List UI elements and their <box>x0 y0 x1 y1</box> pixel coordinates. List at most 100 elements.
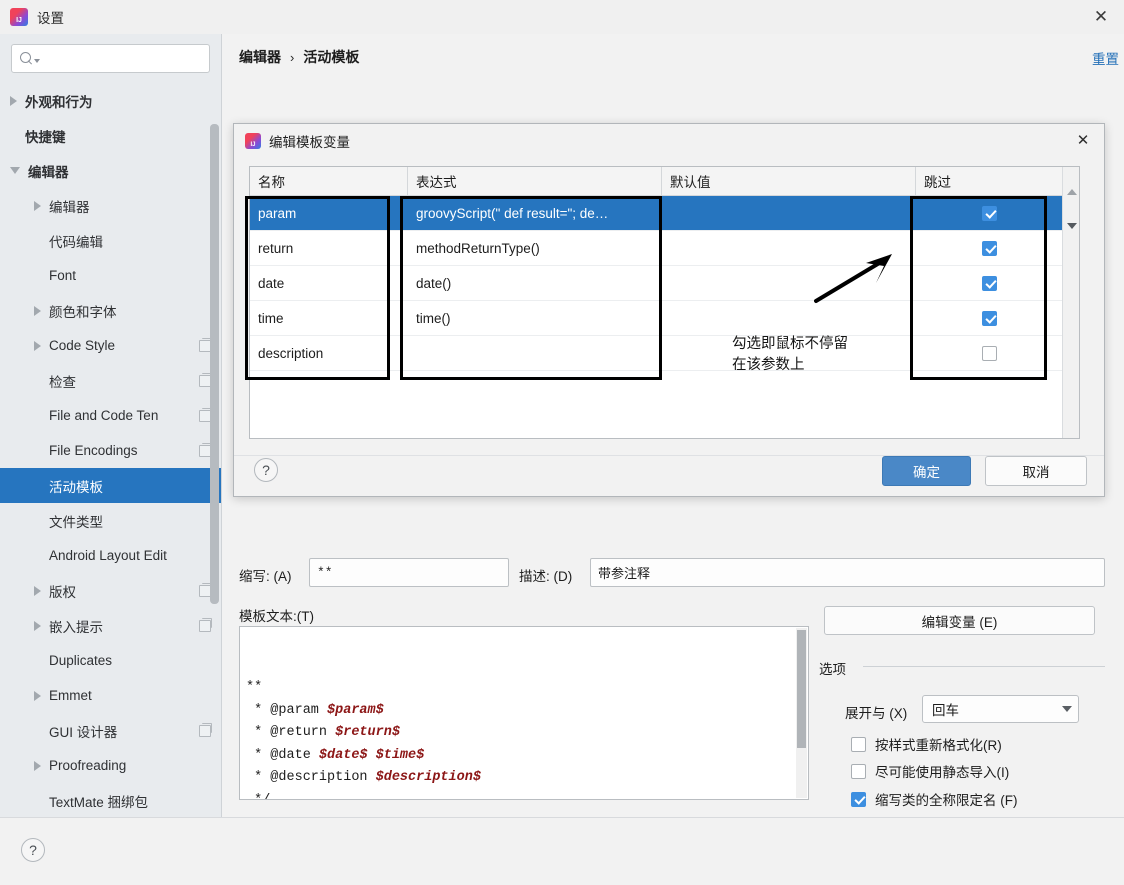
window-close-button[interactable]: ✕ <box>1078 0 1124 34</box>
cell-default[interactable] <box>662 301 916 335</box>
cell-default[interactable] <box>662 266 916 300</box>
expand-with-label: 展开与 (X) <box>845 706 908 721</box>
cell-expression[interactable]: groovyScript(" def result="; de… <box>408 196 662 230</box>
cell-skip[interactable] <box>916 336 1063 370</box>
column-header-1[interactable]: 表达式 <box>408 167 662 195</box>
dialog-help-button[interactable]: ? <box>254 458 278 482</box>
dialog-close-button[interactable]: ✕ <box>1070 128 1096 152</box>
sidebar-item-9[interactable]: File and Code Ten <box>0 398 221 433</box>
description-input[interactable]: 带参注释 <box>590 558 1105 587</box>
option-checkbox-0[interactable]: 按样式重新格式化(R) <box>851 734 1002 754</box>
checkbox-icon[interactable] <box>851 736 866 752</box>
settings-tree: 外观和行为 快捷键 编辑器 编辑器 代码编辑 Font 颜色和字体 Code Style 检查 F… <box>0 81 221 817</box>
cell-name[interactable]: time <box>250 301 408 335</box>
sidebar-item-1[interactable]: 快捷键 <box>0 118 221 153</box>
skip-checkbox-icon[interactable] <box>982 275 997 291</box>
table-scrollbar[interactable] <box>1062 167 1079 438</box>
cell-expression[interactable]: date() <box>408 266 662 300</box>
cell-default[interactable] <box>662 196 916 230</box>
scroll-up-button[interactable] <box>1063 183 1080 200</box>
dialog-title-bar: 编辑模板变量 <box>234 124 1104 157</box>
sidebar-item-label: Code Style <box>49 338 116 353</box>
sidebar-item-12[interactable]: 文件类型 <box>0 503 221 538</box>
column-header-3[interactable]: 跳过 <box>916 167 1063 195</box>
template-text-editor[interactable]: ** * @param $param$ * @return $return$ *… <box>239 626 809 800</box>
cell-expression[interactable]: time() <box>408 301 662 335</box>
cell-skip[interactable] <box>916 196 1063 230</box>
template-line: * @return $return$ <box>246 722 802 745</box>
sidebar-item-11[interactable]: 活动模板 <box>0 468 221 503</box>
sidebar-item-15[interactable]: 嵌入提示 <box>0 608 221 643</box>
chevron-right-icon[interactable] <box>10 95 17 106</box>
sidebar-item-5[interactable]: Font <box>0 258 221 293</box>
chevron-right-icon[interactable] <box>34 690 41 701</box>
sidebar-item-6[interactable]: 颜色和字体 <box>0 293 221 328</box>
chevron-right-icon[interactable] <box>34 585 41 596</box>
column-header-0[interactable]: 名称 <box>250 167 408 195</box>
template-variable-token: $description$ <box>375 770 481 785</box>
table-row[interactable]: time time() <box>250 301 1079 336</box>
sidebar-item-8[interactable]: 检查 <box>0 363 221 398</box>
sidebar-item-4[interactable]: 代码编辑 <box>0 223 221 258</box>
table-row[interactable]: description <box>250 336 1079 371</box>
option-checkbox-2[interactable]: 缩写类的全称限定名 (F) <box>851 789 1018 809</box>
sidebar-item-16[interactable]: Duplicates <box>0 643 221 678</box>
footer-help-button[interactable]: ? <box>21 838 45 862</box>
column-header-2[interactable]: 默认值 <box>662 167 916 195</box>
chevron-down-icon[interactable] <box>10 167 20 174</box>
sidebar-item-14[interactable]: 版权 <box>0 573 221 608</box>
abbreviation-input[interactable]: ** <box>309 558 509 587</box>
sidebar-item-18[interactable]: GUI 设计器 <box>0 713 221 748</box>
dialog-ok-button[interactable]: 确定 <box>882 456 971 486</box>
skip-checkbox-icon[interactable] <box>982 240 997 256</box>
sidebar-item-10[interactable]: File Encodings <box>0 433 221 468</box>
editor-scrollbar-thumb[interactable] <box>797 630 806 748</box>
sidebar-item-label: Duplicates <box>49 653 113 668</box>
cell-expression[interactable] <box>408 336 662 370</box>
cell-expression[interactable]: methodReturnType() <box>408 231 662 265</box>
chevron-right-icon[interactable] <box>34 340 41 351</box>
chevron-right-icon[interactable] <box>34 620 41 631</box>
sidebar-item-0[interactable]: 外观和行为 <box>0 83 221 118</box>
sidebar-item-20[interactable]: TextMate 捆绑包 <box>0 783 221 817</box>
cell-skip[interactable] <box>916 301 1063 335</box>
cell-name[interactable]: date <box>250 266 408 300</box>
skip-checkbox-icon[interactable] <box>982 345 997 361</box>
table-row[interactable]: return methodReturnType() <box>250 231 1079 266</box>
sidebar-item-label: 版权 <box>49 584 76 600</box>
skip-checkbox-icon[interactable] <box>982 310 997 326</box>
copy-settings-icon[interactable] <box>199 722 212 737</box>
chevron-right-icon[interactable] <box>34 760 41 771</box>
cell-name[interactable]: return <box>250 231 408 265</box>
cell-name[interactable]: param <box>250 196 408 230</box>
checkbox-icon[interactable] <box>851 763 866 779</box>
editor-scrollbar-track[interactable] <box>796 628 807 798</box>
scroll-down-button[interactable] <box>1063 217 1080 234</box>
sidebar-item-7[interactable]: Code Style <box>0 328 221 363</box>
sidebar-item-label: File Encodings <box>49 443 138 458</box>
sidebar-item-19[interactable]: Proofreading <box>0 748 221 783</box>
sidebar-scrollbar-thumb[interactable] <box>210 124 219 604</box>
chevron-right-icon[interactable] <box>34 305 41 316</box>
edit-variables-button[interactable]: 编辑变量 (E) <box>824 606 1095 635</box>
chevron-right-icon[interactable] <box>34 200 41 211</box>
dialog-cancel-button[interactable]: 取消 <box>985 456 1087 486</box>
table-row[interactable]: date date() <box>250 266 1079 301</box>
sidebar-item-13[interactable]: Android Layout Edit <box>0 538 221 573</box>
cell-skip[interactable] <box>916 231 1063 265</box>
table-row[interactable]: param groovyScript(" def result="; de… <box>250 196 1079 231</box>
sidebar-item-2[interactable]: 编辑器 <box>0 153 221 188</box>
cell-skip[interactable] <box>916 266 1063 300</box>
search-input[interactable] <box>11 44 210 73</box>
template-line-text: * @description <box>246 770 376 785</box>
sidebar-scrollbar-track[interactable] <box>210 124 219 604</box>
skip-checkbox-icon[interactable] <box>982 205 997 221</box>
option-checkbox-1[interactable]: 尽可能使用静态导入(I) <box>851 761 1009 781</box>
copy-settings-icon[interactable] <box>199 617 212 632</box>
sidebar-item-3[interactable]: 编辑器 <box>0 188 221 223</box>
cell-name[interactable]: description <box>250 336 408 370</box>
expand-with-select[interactable]: 回车 <box>922 695 1079 723</box>
cell-default[interactable] <box>662 231 916 265</box>
checkbox-icon[interactable] <box>851 791 866 807</box>
sidebar-item-17[interactable]: Emmet <box>0 678 221 713</box>
